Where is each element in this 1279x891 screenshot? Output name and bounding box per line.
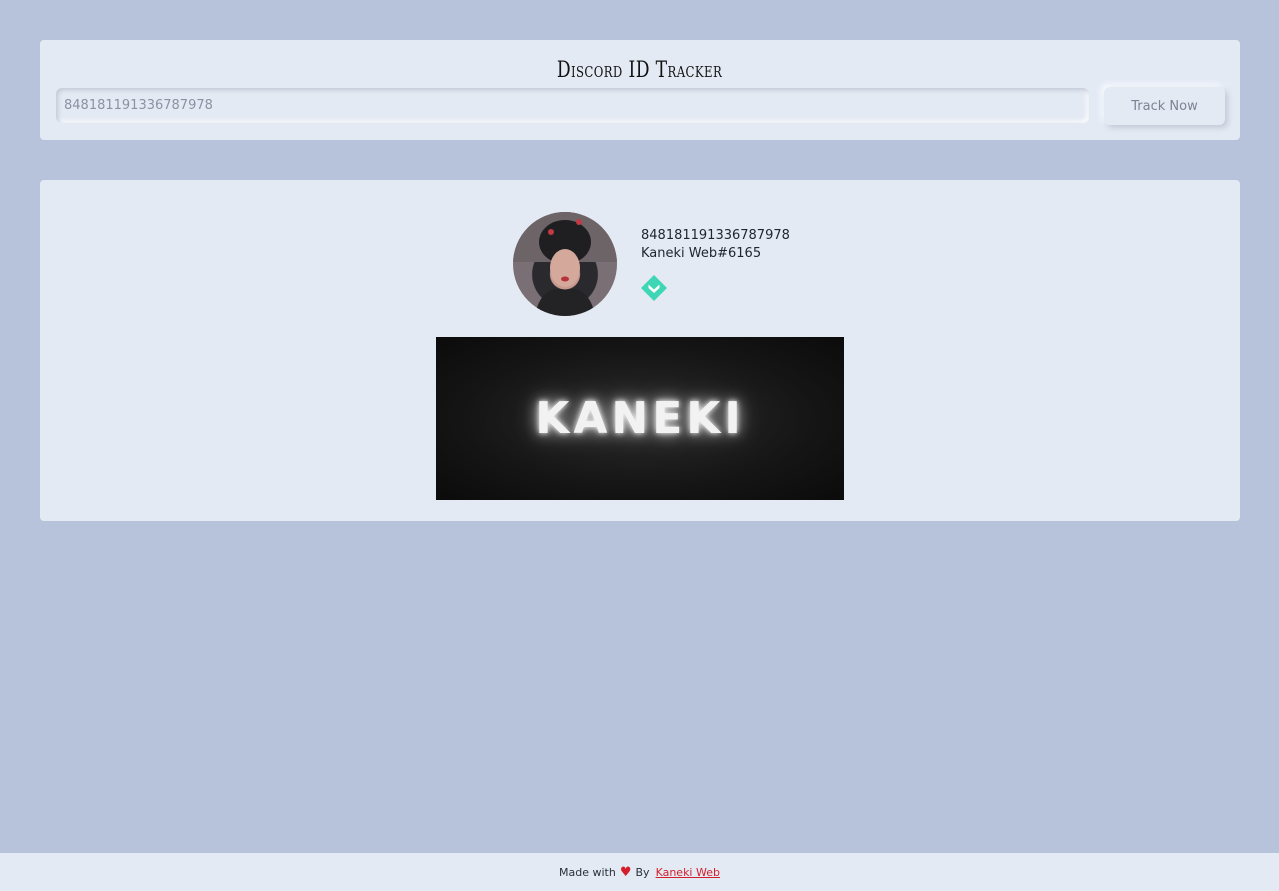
user-id: 848181191336787978: [641, 228, 790, 243]
heart-icon: ♥: [619, 864, 632, 880]
discord-id-input[interactable]: [56, 88, 1089, 123]
author-link[interactable]: Kaneki Web: [656, 866, 720, 879]
footer-made-with: Made with: [559, 865, 616, 879]
username: Kaneki Web#6165: [641, 246, 762, 261]
hypesquad-balance-badge-icon: [641, 275, 667, 301]
page-title: Discord ID Tracker: [556, 58, 723, 83]
banner-text: KANEKI: [535, 393, 745, 444]
track-now-button[interactable]: Track Now: [1104, 87, 1225, 125]
profile-banner: KANEKI: [436, 337, 844, 500]
footer: Made with ♥ By Kaneki Web: [0, 853, 1279, 891]
avatar: [513, 212, 617, 316]
footer-by: By: [635, 865, 650, 879]
